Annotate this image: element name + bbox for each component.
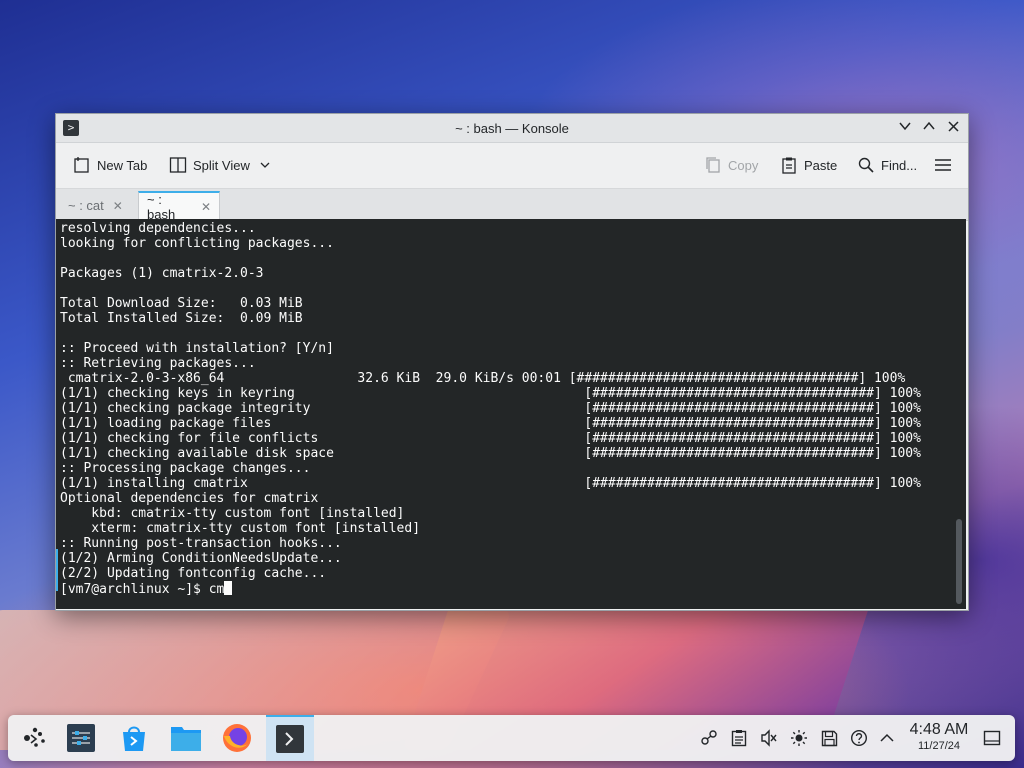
tab-close-icon[interactable]: ✕ [113, 199, 123, 213]
copy-button[interactable]: Copy [704, 156, 758, 174]
search-icon [858, 157, 874, 173]
tab-label: ~ : cat [68, 198, 104, 213]
konsole-icon [276, 725, 304, 753]
maximize-button[interactable] [920, 119, 938, 137]
application-launcher-button[interactable] [12, 715, 58, 761]
taskbar-system-settings[interactable] [58, 715, 104, 761]
find-button[interactable]: Find... [857, 156, 917, 174]
hamburger-menu-button[interactable] [934, 156, 952, 174]
tab-bash[interactable]: ~ : bash ✕ [138, 191, 220, 222]
title-bar[interactable]: > ~ : bash — Konsole [56, 114, 968, 143]
network-icon [701, 730, 717, 745]
tab-label: ~ : bash [147, 191, 176, 222]
paste-icon [782, 157, 796, 174]
window-title: ~ : bash — Konsole [455, 121, 569, 136]
brightness-icon [791, 730, 807, 746]
konsole-window: > ~ : bash — Konsole New Tab Split View … [55, 113, 969, 611]
split-view-label: Split View [193, 157, 250, 173]
tab-close-icon[interactable]: ✕ [201, 200, 211, 214]
terminal-history: resolving dependencies... looking for co… [60, 221, 921, 581]
new-tab-label: New Tab [97, 157, 148, 173]
chevron-down-icon [260, 162, 270, 168]
scrollbar-thumb[interactable] [956, 519, 962, 604]
volume-muted-icon [761, 729, 777, 747]
discover-icon [123, 726, 145, 751]
taskbar: 4:48 AM 11/27/24 [8, 715, 1015, 761]
show-desktop-button[interactable] [982, 728, 1002, 748]
chevron-up-icon [880, 733, 894, 742]
help-icon [850, 729, 868, 747]
split-view-icon [169, 157, 187, 173]
paste-label: Paste [804, 157, 838, 173]
terminal-area[interactable]: resolving dependencies... looking for co… [56, 219, 966, 609]
volume-tray[interactable] [759, 728, 779, 748]
taskbar-discover[interactable] [111, 715, 157, 761]
close-button[interactable] [944, 119, 962, 137]
clipboard-icon [731, 730, 747, 747]
help-tray[interactable] [849, 728, 869, 748]
dolphin-icon [171, 727, 201, 751]
taskbar-konsole[interactable] [266, 715, 314, 761]
clock-date[interactable]: 11/27/24 [906, 740, 972, 752]
network-tray[interactable] [699, 728, 719, 748]
tab-cat[interactable]: ~ : cat ✕ [60, 191, 138, 220]
copy-icon [706, 157, 720, 173]
tab-bar: ~ : cat ✕ ~ : bash ✕ [56, 189, 968, 222]
clipboard-tray[interactable] [729, 728, 749, 748]
brightness-tray[interactable] [789, 728, 809, 748]
close-icon [947, 121, 959, 132]
disks-tray[interactable] [819, 728, 839, 748]
selection-marker [56, 549, 58, 591]
minimize-button[interactable] [896, 119, 914, 137]
split-view-button[interactable]: Split View [169, 156, 270, 174]
show-hidden-icons-button[interactable] [877, 728, 897, 748]
text-cursor [224, 581, 233, 595]
new-tab-button[interactable]: New Tab [73, 156, 147, 174]
paste-button[interactable]: Paste [780, 156, 837, 174]
firefox-icon [223, 724, 251, 752]
system-settings-icon [67, 724, 95, 752]
taskbar-firefox[interactable] [214, 715, 260, 761]
copy-label: Copy [728, 157, 759, 173]
find-label: Find... [881, 157, 918, 173]
chevron-down-icon [899, 122, 911, 131]
toolbar: New Tab Split View Copy Paste Find... [56, 143, 968, 189]
hamburger-menu-icon [935, 159, 951, 171]
scrollbar[interactable] [952, 219, 966, 609]
taskbar-dolphin[interactable] [163, 715, 209, 761]
clock-time[interactable]: 4:48 AM [906, 721, 972, 739]
terminal-prompt: [vm7@archlinux ~]$ cm [60, 582, 225, 597]
chevron-up-icon [923, 121, 935, 130]
terminal-output: resolving dependencies... looking for co… [60, 221, 921, 597]
save-icon [821, 730, 837, 746]
application-launcher-icon [24, 727, 45, 747]
new-tab-icon [74, 157, 89, 173]
show-desktop-icon [983, 730, 1001, 746]
